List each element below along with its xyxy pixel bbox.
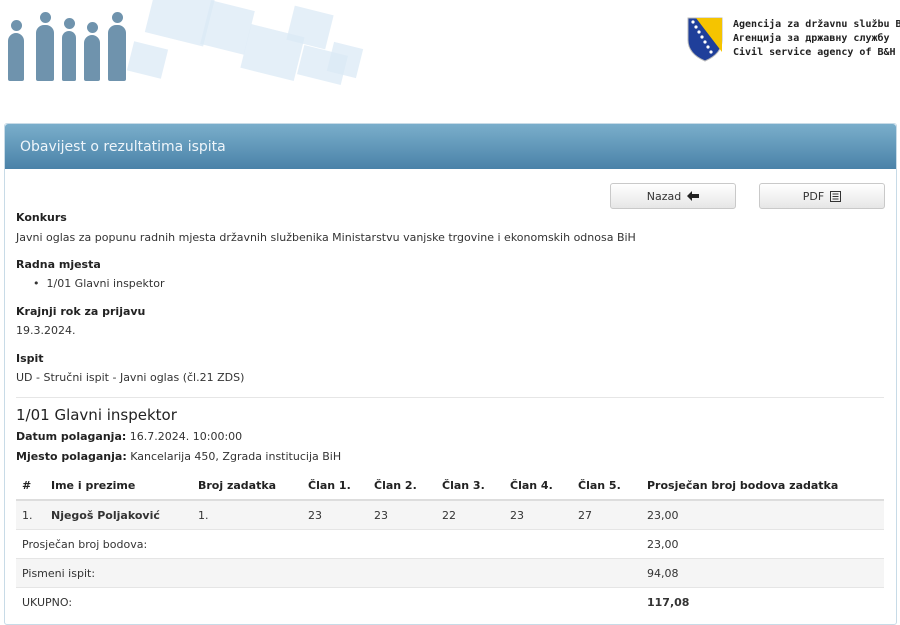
- col-member-3: Član 3.: [436, 472, 504, 501]
- col-member-4: Član 4.: [504, 472, 572, 501]
- back-button-label: Nazad: [646, 189, 682, 203]
- results-table: # Ime i prezime Broj zadatka Član 1. Čla…: [16, 472, 884, 616]
- agency-logo: Agencija za državnu službu BiH Агенција …: [686, 16, 900, 66]
- results-panel: Obavijest o rezultatima ispita Nazad PDF…: [4, 123, 897, 625]
- konkurs-value: Javni oglas za popunu radnih mjesta drža…: [16, 231, 636, 244]
- rok-label: Krajnji rok za prijavu: [16, 305, 146, 318]
- pdf-button-label: PDF: [802, 189, 825, 203]
- summary-row-total: UKUPNO: 117,08: [16, 587, 884, 616]
- col-member-5: Član 5.: [572, 472, 641, 501]
- ispit-label: Ispit: [16, 352, 44, 365]
- mjesto-polaganja: Mjesto polaganja: Kancelarija 450, Zgrad…: [16, 450, 342, 463]
- datum-polaganja: Datum polaganja: 16.7.2024. 10:00:00: [16, 430, 243, 443]
- rok-value: 19.3.2024.: [16, 324, 76, 337]
- col-average: Prosječan broj bodova zadatka: [641, 472, 884, 501]
- konkurs-label: Konkurs: [16, 211, 67, 224]
- panel-title: Obavijest o rezultatima ispita: [5, 124, 896, 169]
- col-number: #: [16, 472, 45, 501]
- document-list-icon: [830, 190, 842, 202]
- header-banner-image: [0, 0, 380, 95]
- ispit-value: UD - Stručni ispit - Javni oglas (čl.21 …: [16, 371, 245, 384]
- agency-name-en: Civil service agency of B&H: [733, 47, 896, 58]
- arrow-left-icon: [687, 191, 700, 201]
- page-header: Agencija za državnu službu BiH Агенција …: [0, 0, 900, 112]
- pdf-button[interactable]: PDF: [759, 183, 885, 209]
- table-row: 1. Njegoš Poljaković 1. 23 23 22 23 27 2…: [16, 499, 884, 530]
- bih-crest-icon: [687, 17, 723, 62]
- back-button[interactable]: Nazad: [610, 183, 736, 209]
- summary-row-written: Pismeni ispit: 94,08: [16, 558, 884, 588]
- radna-mjesta-label: Radna mjesta: [16, 258, 101, 271]
- col-member-1: Član 1.: [302, 472, 368, 501]
- col-task: Broj zadatka: [192, 472, 302, 501]
- table-header-row: # Ime i prezime Broj zadatka Član 1. Čla…: [16, 472, 884, 501]
- agency-name-bs: Agencija za državnu službu BiH: [733, 19, 900, 30]
- agency-name-sr: Агенција за државну службу: [733, 33, 890, 44]
- col-member-2: Član 2.: [368, 472, 436, 501]
- col-name: Ime i prezime: [45, 472, 192, 501]
- position-title: 1/01 Glavni inspektor: [16, 406, 177, 424]
- radna-mjesta-item: • 1/01 Glavni inspektor: [33, 277, 165, 290]
- summary-row-average: Prosječan broj bodova: 23,00: [16, 529, 884, 559]
- section-divider: [16, 397, 884, 398]
